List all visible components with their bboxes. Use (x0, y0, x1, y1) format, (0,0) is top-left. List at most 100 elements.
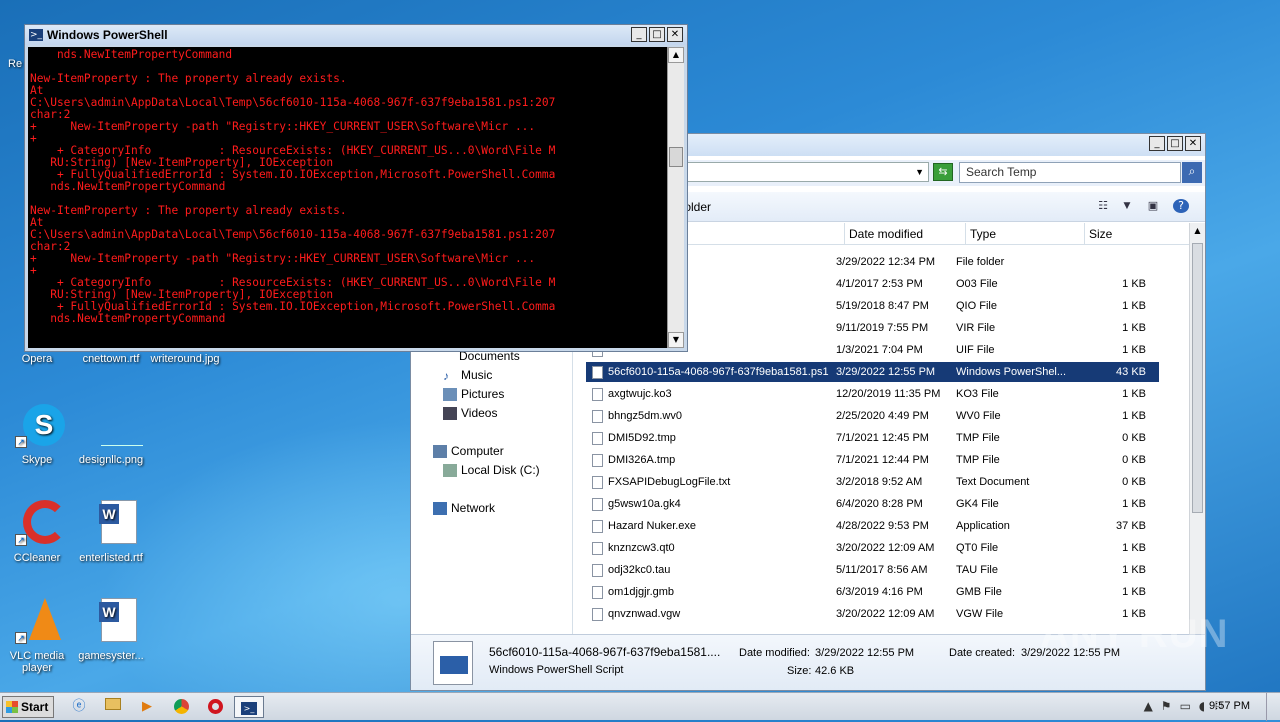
show-desktop-button[interactable] (1266, 693, 1280, 721)
desktop-icon-cnettown[interactable]: cnettown.rtf (74, 353, 148, 365)
scroll-down-icon[interactable]: ▼ (668, 332, 684, 348)
taskbar-media-player[interactable]: ▶ (134, 696, 160, 718)
start-button[interactable]: Start (2, 696, 54, 718)
file-row[interactable]: g5wsw10a.gk4 6/4/2020 8:28 PM GK4 File 1 KB (586, 494, 1159, 514)
file-icon (592, 520, 603, 533)
file-row[interactable]: om1djgjr.gmb 6/3/2019 4:16 PM GMB File 1 KB (586, 582, 1159, 602)
close-button[interactable]: ✕ (667, 27, 683, 42)
chrome-icon (173, 699, 189, 714)
taskbar-clock[interactable]: 9:57 PM (1209, 700, 1250, 712)
file-date: 12/20/2019 11:35 PM (836, 388, 941, 400)
desktop-icon-opera[interactable]: Opera (0, 353, 74, 365)
file-type: Windows PowerShel... (956, 366, 1067, 378)
file-row[interactable]: 56cf6010-115a-4068-967f-637f9eba1581.ps1… (586, 362, 1159, 382)
designllc-label: designllc.png (78, 454, 144, 466)
console-scrollbar[interactable]: ▲ ▼ (667, 47, 684, 348)
console-line: New-ItemProperty : The property already … (30, 72, 347, 85)
file-name: DMI326A.tmp (608, 454, 676, 466)
address-dropdown-icon[interactable]: ▼ (915, 163, 924, 181)
powershell-titlebar[interactable]: >_ Windows PowerShell _ □ ✕ (25, 25, 687, 45)
powershell-console[interactable]: nds.NewItemPropertyCommand New-ItemProper… (28, 47, 667, 348)
file-type: Text Document (956, 476, 1030, 488)
file-date: 4/28/2022 9:53 PM (836, 520, 929, 532)
file-date: 3/29/2022 12:55 PM (836, 366, 936, 378)
taskbar-explorer[interactable] (100, 696, 126, 718)
file-type: TAU File (956, 564, 998, 576)
music-icon: ♪ (443, 368, 449, 383)
cnettown-label: cnettown.rtf (82, 353, 140, 365)
file-row[interactable]: axgtwujc.ko3 12/20/2019 11:35 PM KO3 File 1… (586, 384, 1159, 404)
search-input[interactable]: Search Temp (959, 162, 1181, 183)
file-name: DMI5D92.tmp (608, 432, 676, 444)
maximize-button[interactable]: □ (649, 27, 665, 42)
file-type: VIR File (956, 322, 996, 334)
details-size-label: Size: (787, 665, 812, 677)
taskbar-opera[interactable] (202, 696, 228, 718)
file-row[interactable]: DMI326A.tmp 7/1/2021 12:44 PM TMP File 0 KB (586, 450, 1159, 470)
minimize-button[interactable]: _ (1149, 136, 1165, 151)
file-row[interactable]: FXSAPIDebugLogFile.txt 3/2/2018 9:52 AM Te… (586, 472, 1159, 492)
file-list-scrollbar[interactable]: ▲ (1189, 223, 1205, 634)
desktop-icon-vlc[interactable]: ↗ VLC media player (0, 598, 74, 674)
details-size-value: 42.6 KB (815, 665, 855, 677)
file-type: KO3 File (956, 388, 999, 400)
details-modified-label: Date modified: (739, 647, 810, 659)
file-row[interactable]: bhngz5dm.wv0 2/25/2020 4:49 PM WV0 File 1 K… (586, 406, 1159, 426)
minimize-button[interactable]: _ (631, 27, 647, 42)
scroll-up-icon[interactable]: ▲ (668, 47, 684, 63)
desktop-icon-writeround[interactable]: writeround.jpg (148, 353, 222, 365)
help-icon[interactable]: ? (1173, 199, 1189, 213)
file-name: 56cf6010-115a-4068-967f-637f9eba1581.ps1 (608, 366, 829, 378)
taskbar-powershell[interactable]: >_ (234, 696, 264, 718)
volume-icon[interactable]: ◖ (1199, 699, 1205, 713)
search-button[interactable]: ⌕ (1182, 162, 1202, 183)
file-row[interactable]: Hazard Nuker.exe 4/28/2022 9:53 PM Applica… (586, 516, 1159, 536)
view-options-icon[interactable]: ☷ (1095, 199, 1111, 213)
desktop-icon-skype[interactable]: S ↗ Skype (0, 402, 74, 466)
console-line: nds.NewItemPropertyCommand (30, 312, 226, 325)
file-date: 5/19/2018 8:47 PM (836, 300, 929, 312)
nav-item-local-disk[interactable]: Local Disk (C:) (443, 463, 540, 477)
file-type: Application (956, 520, 1010, 532)
desktop-icon-enterlisted[interactable]: W enterlisted.rtf (74, 500, 148, 564)
view-dropdown-icon[interactable]: ▼ (1119, 199, 1135, 213)
action-center-icon[interactable]: ⚑ (1161, 699, 1172, 713)
preview-pane-icon[interactable]: ▣ (1145, 199, 1161, 213)
column-header-size[interactable]: Size (1084, 223, 1164, 245)
file-row[interactable]: DMI5D92.tmp 7/1/2021 12:45 PM TMP File 0 KB (586, 428, 1159, 448)
file-type: QT0 File (956, 542, 999, 554)
maximize-button[interactable]: □ (1167, 136, 1183, 151)
file-name: odj32kc0.tau (608, 564, 671, 576)
column-header-type[interactable]: Type (965, 223, 1084, 245)
nav-item-videos[interactable]: Videos (443, 406, 497, 420)
scrollbar-thumb[interactable] (669, 147, 683, 167)
nav-item-pictures[interactable]: Pictures (443, 387, 504, 401)
file-icon (592, 608, 603, 621)
scrollbar-thumb[interactable] (1192, 243, 1203, 513)
nav-item-computer[interactable]: Computer (433, 444, 504, 458)
taskbar-ie[interactable]: ⓔ (66, 696, 92, 718)
file-date: 9/11/2019 7:55 PM (836, 322, 929, 334)
file-row[interactable]: knznzcw3.qt0 3/20/2022 12:09 AM QT0 File 1 … (586, 538, 1159, 558)
tray-expand-icon[interactable]: ▲ (1144, 699, 1153, 713)
desktop-icon-ccleaner[interactable]: ↗ CCleaner (0, 500, 74, 564)
file-icon (592, 476, 603, 489)
file-date: 4/1/2017 2:53 PM (836, 278, 923, 290)
file-row[interactable]: odj32kc0.tau 5/11/2017 8:56 AM TAU File 1 K… (586, 560, 1159, 580)
desktop-icon-designllc[interactable]: designllc.png (74, 402, 148, 466)
nav-item-network[interactable]: Network (433, 501, 495, 515)
refresh-button[interactable]: ⇆ (933, 163, 953, 181)
file-size: 43 KB (1116, 366, 1146, 378)
file-size: 1 KB (1122, 586, 1146, 598)
taskbar-chrome[interactable] (168, 696, 194, 718)
nav-item-music[interactable]: ♪ Music (443, 368, 492, 383)
console-line: C:\Users\admin\AppData\Local\Temp\56cf60… (30, 96, 556, 109)
scroll-up-icon[interactable]: ▲ (1190, 223, 1205, 239)
close-button[interactable]: ✕ (1185, 136, 1201, 151)
network-tray-icon[interactable]: ▭ (1180, 699, 1191, 713)
details-modified-value: 3/29/2022 12:55 PM (815, 647, 915, 659)
column-header-date[interactable]: Date modified (844, 223, 965, 245)
powershell-window[interactable]: >_ Windows PowerShell _ □ ✕ nds.NewItemP… (24, 24, 688, 352)
desktop-icon-gamesyster[interactable]: W gamesyster... (74, 598, 148, 662)
file-type: WV0 File (956, 410, 1001, 422)
